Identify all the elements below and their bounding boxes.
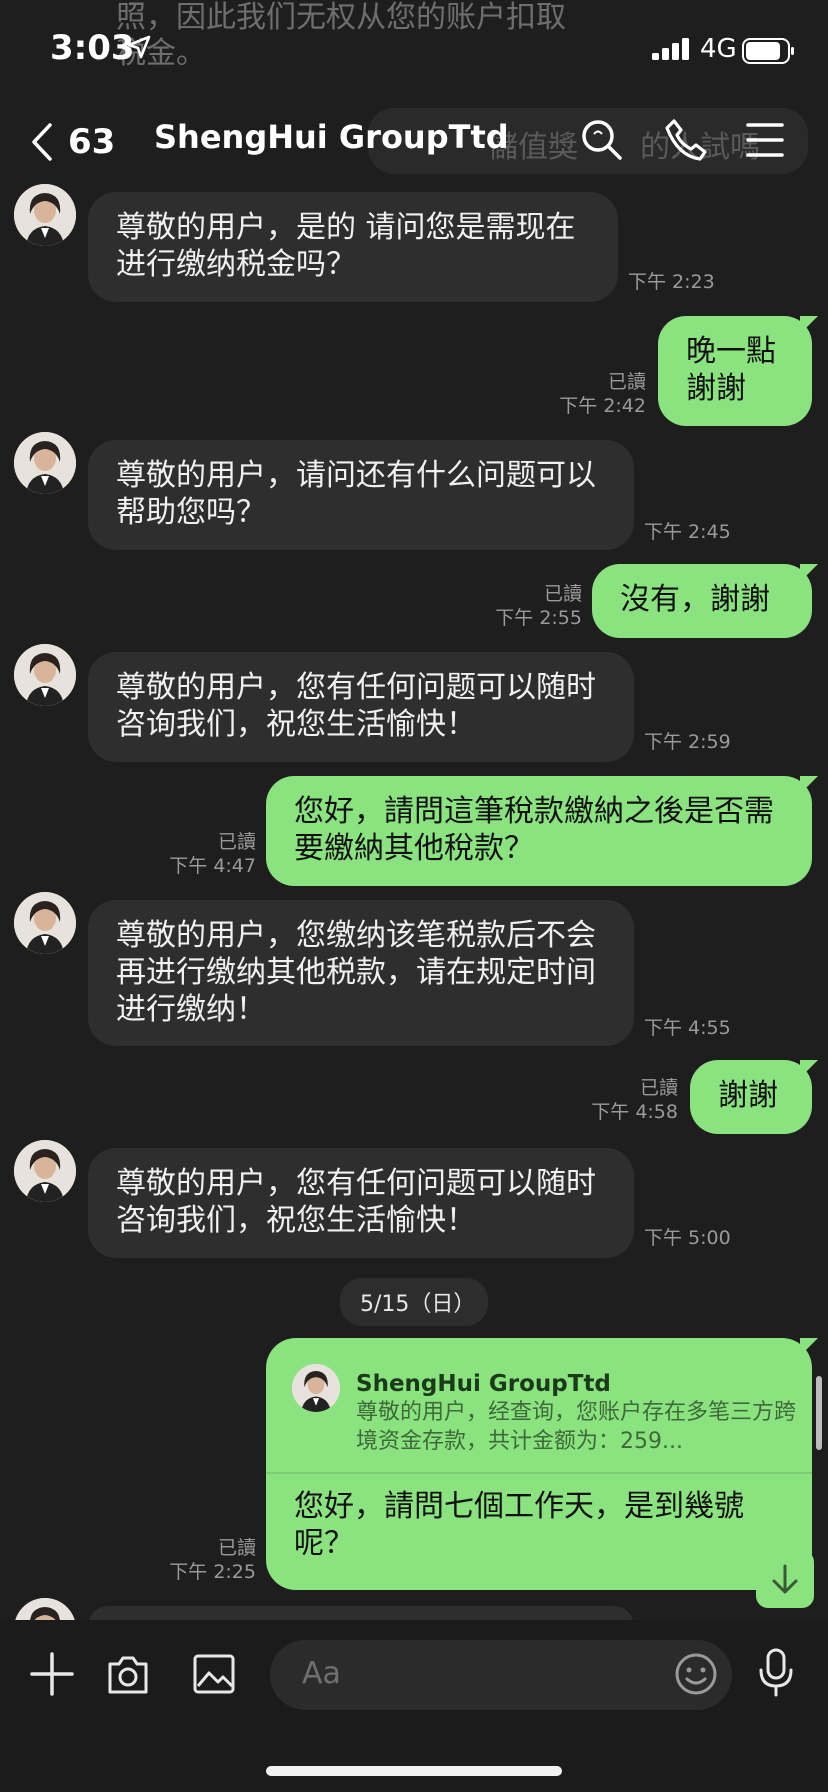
arrow-down-icon — [756, 1550, 814, 1608]
battery-icon — [742, 38, 796, 64]
message-bubble-outgoing[interactable]: 謝謝 — [690, 1060, 818, 1134]
message-text: 尊敬的用户，请问还有什么问题可以帮助您吗？ — [116, 458, 596, 530]
status-time: 3:03 — [50, 28, 135, 68]
message-time: 下午 4:58 — [591, 1101, 678, 1123]
read-receipt: 已讀 — [217, 1537, 256, 1559]
phone-icon[interactable] — [664, 118, 708, 162]
menu-icon[interactable] — [746, 122, 784, 158]
quote-divider — [266, 1472, 812, 1474]
message-bubble-outgoing[interactable]: 晚一點謝謝 — [658, 316, 818, 426]
camera-icon[interactable] — [106, 1652, 150, 1696]
read-receipt: 已讀 — [217, 831, 256, 853]
emoji-icon[interactable] — [674, 1652, 718, 1696]
message-text: 您好，請問七個工作天，是到幾號呢？ — [294, 1489, 744, 1561]
quoted-avatar — [292, 1364, 340, 1412]
message-text: 尊敬的用户，您缴纳该笔税款后不会再进行缴纳其他税款，请在规定时间进行缴纳！ — [116, 918, 596, 1027]
avatar[interactable] — [14, 892, 76, 954]
message-bubble-incoming[interactable]: 尊敬的用户，是的 请问您是需现在进行缴纳税金吗？ — [88, 192, 618, 302]
read-receipt: 已讀 — [543, 583, 582, 605]
unread-count: 63 — [68, 122, 116, 162]
read-receipt: 已讀 — [639, 1077, 678, 1099]
message-text: 您好，請問這筆稅款繳納之後是否需要繳納其他稅款？ — [294, 794, 774, 866]
home-indicator — [266, 1766, 562, 1776]
reply-message-bubble[interactable]: ShengHui GroupTtd 尊敬的用户，经查询，您账户存在多笔三方跨境资… — [266, 1338, 818, 1590]
network-type: 4G — [700, 34, 737, 64]
message-bubble-incoming[interactable]: 尊敬的用户，请问还有什么问题可以帮助您吗？ — [88, 440, 634, 550]
message-time: 下午 2:42 — [559, 395, 646, 417]
message-text: 沒有，謝謝 — [620, 582, 770, 617]
ghost-line: 税金。 — [116, 36, 206, 71]
scrollbar[interactable] — [816, 1376, 822, 1450]
avatar[interactable] — [14, 432, 76, 494]
message-bubble-incoming[interactable]: 尊敬的用户，您缴纳该笔税款后不会再进行缴纳其他税款，请在规定时间进行缴纳！ — [88, 900, 634, 1046]
back-button[interactable]: 63 — [30, 120, 115, 164]
image-icon[interactable] — [192, 1652, 236, 1696]
avatar[interactable] — [14, 644, 76, 706]
quoted-text: 尊敬的用户，经查询，您账户存在多笔三方跨境资金存款，共计金额为：259... — [356, 1400, 797, 1454]
message-text: 尊敬的用户，是的 请问您是需现在进行缴纳税金吗？ — [116, 210, 576, 282]
message-bubble-incoming[interactable]: 尊敬的用户，您有任何问题可以随时咨询我们，祝您生活愉快！ — [88, 652, 634, 762]
quoted-message[interactable]: ShengHui GroupTtd 尊敬的用户，经查询，您账户存在多笔三方跨境资… — [266, 1338, 812, 1472]
message-time: 下午 2:55 — [495, 607, 582, 629]
message-bubble-incoming[interactable]: 尊敬的用户，您有任何问题可以随时咨询我们，祝您生活愉快！ — [88, 1148, 634, 1258]
message-bubble-outgoing[interactable]: 您好，請問這筆稅款繳納之後是否需要繳納其他稅款？ — [266, 776, 818, 886]
message-time: 下午 2:25 — [169, 1561, 256, 1583]
date-separator: 5/15（日） — [340, 1278, 488, 1326]
message-input-placeholder: Aa — [302, 1656, 341, 1691]
read-receipt: 已讀 — [607, 371, 646, 393]
chat-title: ShengHui GroupTtd — [154, 118, 509, 156]
ghost-previous-message: 照，因此我们无权从您的账户扣取 税金。 — [116, 0, 616, 72]
message-time: 下午 4:47 — [169, 855, 256, 877]
signal-icon — [652, 38, 692, 60]
message-text: 尊敬的用户，您有任何问题可以随时咨询我们，祝您生活愉快！ — [116, 1166, 596, 1238]
ghost-line: 照，因此我们无权从您的账户扣取 — [116, 0, 566, 35]
avatar[interactable] — [14, 184, 76, 246]
message-text: 尊敬的用户，您有任何问题可以随时咨询我们，祝您生活愉快！ — [116, 670, 596, 742]
microphone-icon[interactable] — [756, 1648, 796, 1698]
message-time: 下午 2:45 — [644, 521, 731, 543]
message-time: 下午 4:55 — [644, 1017, 731, 1039]
location-arrow-icon — [126, 34, 152, 60]
search-icon[interactable] — [580, 118, 624, 162]
scroll-to-bottom-button[interactable] — [756, 1550, 814, 1608]
message-bubble-outgoing[interactable]: 沒有，謝謝 — [592, 564, 818, 638]
message-time: 下午 5:00 — [644, 1227, 731, 1249]
message-text: 謝謝 — [718, 1078, 778, 1113]
back-chevron-icon — [30, 122, 54, 162]
avatar[interactable] — [14, 1140, 76, 1202]
message-text: 晚一點謝謝 — [686, 334, 776, 406]
message-time: 下午 2:23 — [628, 271, 715, 293]
plus-icon[interactable] — [30, 1652, 74, 1696]
message-time: 下午 2:59 — [644, 731, 731, 753]
